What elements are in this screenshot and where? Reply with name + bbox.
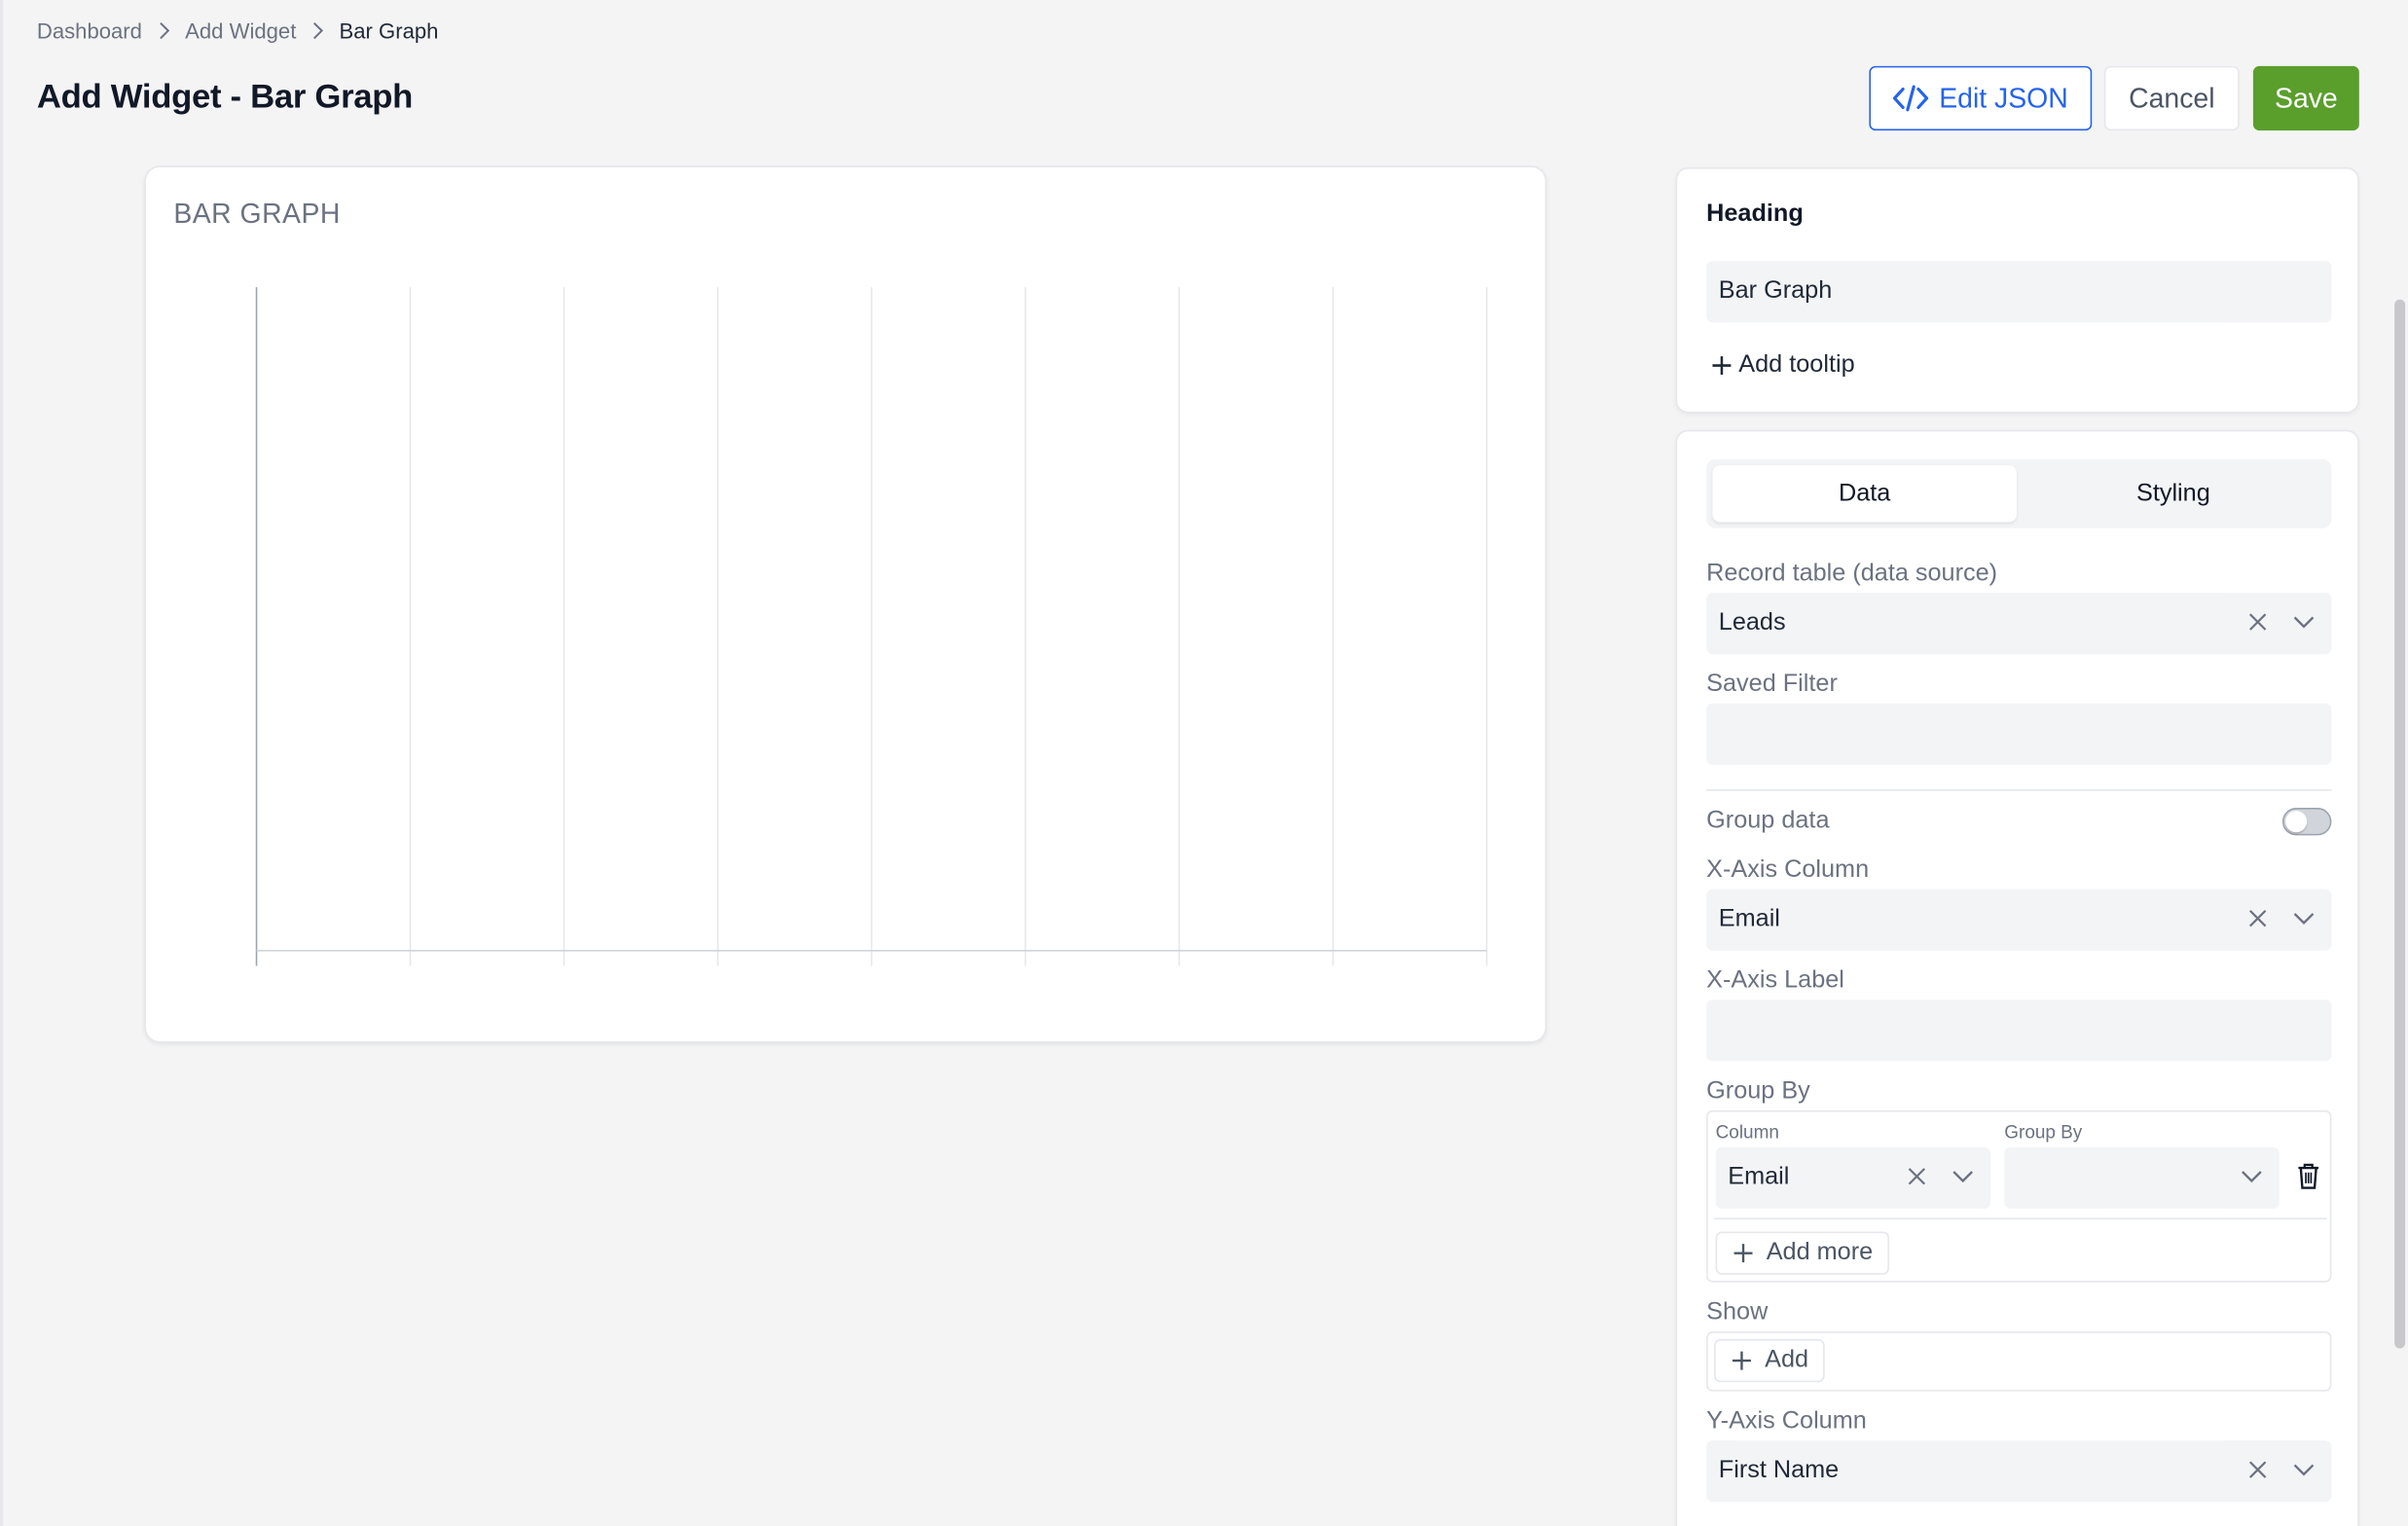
chevron-down-icon[interactable] (1951, 1164, 1975, 1188)
page-left-border (0, 0, 4, 1526)
edit-json-label: Edit JSON (1939, 82, 2068, 113)
show-label: Show (1706, 1298, 1769, 1326)
chevron-right-icon (158, 21, 170, 40)
group-by-column-select[interactable]: Email (1715, 1146, 1991, 1209)
breadcrumb-current: Bar Graph (339, 18, 439, 44)
scrollbar-thumb[interactable] (2394, 299, 2406, 1349)
cancel-button[interactable]: Cancel (2103, 65, 2240, 131)
saved-filter-label: Saved Filter (1706, 671, 1838, 698)
plus-icon (1733, 1243, 1754, 1264)
clear-icon[interactable] (2245, 1458, 2270, 1482)
y-axis-column-label: Y-Axis Column (1706, 1408, 1867, 1435)
save-button[interactable]: Save (2252, 65, 2359, 131)
config-tabs: Data Styling (1706, 458, 2332, 528)
x-axis-column-value: Email (1718, 906, 1780, 932)
breadcrumb: Dashboard Add Widget Bar Graph (37, 18, 439, 43)
add-tooltip-label: Add tooltip (1738, 351, 1855, 379)
group-by-groupby-select[interactable] (2004, 1146, 2280, 1209)
breadcrumb-dashboard[interactable]: Dashboard (37, 18, 142, 43)
x-axis-column-label: X-Axis Column (1706, 856, 1870, 884)
data-config-panel: Data Styling Record table (data source) … (1675, 429, 2359, 1526)
heading-input[interactable]: Bar Graph (1706, 261, 2332, 323)
section-divider (1706, 789, 2332, 791)
x-axis-label-input[interactable] (1706, 999, 2332, 1062)
record-table-select[interactable]: Leads (1706, 593, 2332, 655)
add-more-label: Add more (1766, 1239, 1874, 1266)
x-axis-label-label: X-Axis Label (1706, 967, 1844, 994)
group-by-column-header: Column (1715, 1120, 1779, 1144)
group-by-box: Column Group By Email Add more (1706, 1109, 2332, 1283)
group-by-divider (1714, 1217, 2327, 1219)
group-by-groupby-header: Group By (2004, 1120, 2083, 1144)
add-more-button[interactable]: Add more (1715, 1231, 1890, 1275)
show-box: Add (1706, 1331, 2332, 1392)
group-by-label: Group By (1706, 1077, 1810, 1105)
clear-icon[interactable] (1905, 1164, 1929, 1188)
plus-icon (1731, 1350, 1752, 1371)
trash-icon[interactable] (2296, 1163, 2320, 1190)
add-show-label: Add (1765, 1346, 1809, 1373)
chevron-down-icon[interactable] (2291, 906, 2316, 930)
chevron-down-icon[interactable] (2291, 1458, 2316, 1482)
code-icon (1893, 85, 1930, 112)
page-scrollbar[interactable] (2390, 0, 2408, 1526)
chevron-right-icon (311, 21, 324, 40)
x-axis-column-select[interactable]: Email (1706, 889, 2332, 951)
add-show-button[interactable]: Add (1714, 1339, 1826, 1383)
chevron-down-icon[interactable] (2240, 1164, 2264, 1188)
group-data-toggle[interactable] (2281, 808, 2332, 836)
bar-chart (255, 287, 1488, 966)
y-axis-column-value: First Name (1718, 1457, 1840, 1484)
record-table-label: Record table (data source) (1706, 560, 1998, 587)
chart-preview-card: BAR GRAPH (144, 165, 1548, 1043)
toggle-knob (2285, 811, 2308, 833)
heading-panel: Heading Bar Graph Add tooltip (1675, 167, 2359, 414)
plus-icon (1709, 353, 1733, 378)
tab-data[interactable]: Data (1712, 465, 2017, 523)
group-data-label: Group data (1706, 808, 1830, 834)
chevron-down-icon[interactable] (2291, 609, 2316, 634)
clear-icon[interactable] (2245, 609, 2270, 634)
edit-json-button[interactable]: Edit JSON (1869, 65, 2093, 131)
breadcrumb-add-widget[interactable]: Add Widget (185, 18, 296, 43)
saved-filter-select[interactable] (1706, 703, 2332, 765)
record-table-value: Leads (1718, 609, 1786, 636)
y-axis-column-select[interactable]: First Name (1706, 1440, 2332, 1503)
tab-styling[interactable]: Styling (2022, 465, 2325, 522)
add-tooltip-button[interactable]: Add tooltip (1709, 351, 1855, 379)
group-by-column-value: Email (1728, 1164, 1790, 1190)
heading-label: Heading (1706, 200, 1804, 228)
clear-icon[interactable] (2245, 906, 2270, 930)
page-title: Add Widget - Bar Graph (36, 76, 414, 116)
